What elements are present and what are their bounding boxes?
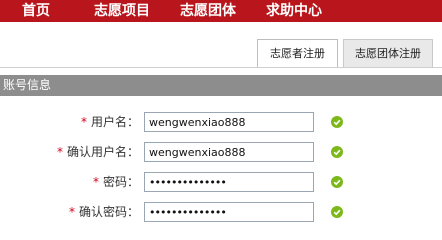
nav-volunteer-projects[interactable]: 志愿项目 [94, 0, 150, 22]
check-icon [331, 116, 343, 128]
check-icon [331, 146, 343, 158]
tab-divider [0, 67, 442, 68]
confirm-password-input[interactable] [144, 202, 314, 222]
nav-help-center[interactable]: 求助中心 [266, 0, 322, 22]
password-input[interactable] [144, 172, 314, 192]
username-input[interactable] [144, 112, 314, 132]
section-title: 账号信息 [3, 78, 52, 92]
required-mark: * [56, 145, 63, 159]
password-label: * 密码： [92, 175, 139, 189]
confirm-username-row: * 确认用户名： [0, 140, 442, 164]
confirm-password-row: * 确认密码： [0, 200, 442, 224]
check-icon [331, 206, 343, 218]
required-mark: * [68, 205, 75, 219]
nav-volunteer-groups[interactable]: 志愿团体 [180, 0, 236, 22]
section-header: 账号信息 [0, 75, 442, 96]
confirm-password-label: * 确认密码： [68, 205, 139, 219]
confirm-username-label: * 确认用户名： [56, 145, 139, 159]
username-label: * 用户名： [80, 115, 139, 129]
check-icon [331, 176, 343, 188]
username-row: * 用户名： [0, 110, 442, 134]
tab-volunteer-register[interactable]: 志愿者注册 [257, 39, 338, 67]
tab-group-register[interactable]: 志愿团体注册 [343, 39, 433, 67]
nav-home[interactable]: 首页 [22, 0, 50, 22]
password-row: * 密码： [0, 170, 442, 194]
required-mark: * [80, 115, 87, 129]
top-nav: 首页 志愿项目 志愿团体 求助中心 [0, 0, 442, 22]
required-mark: * [92, 175, 99, 189]
confirm-username-input[interactable] [144, 142, 314, 162]
